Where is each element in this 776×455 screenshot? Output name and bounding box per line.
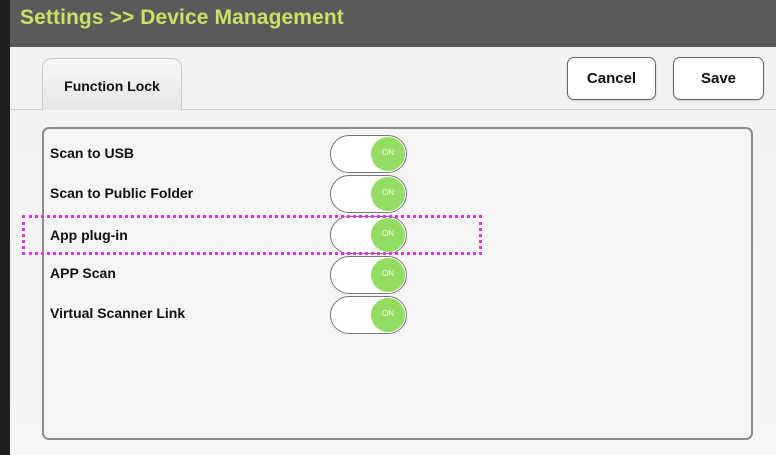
left-edge-bar [0, 0, 10, 455]
page-title: Settings >> Device Management [20, 6, 344, 29]
toggle-virtual-scanner-link[interactable]: ON [330, 296, 407, 334]
setting-label-virtual-scanner-link: Virtual Scanner Link [50, 305, 186, 321]
app-window: Settings >> Device Management Function L… [0, 0, 776, 455]
tab-label: Function Lock [64, 78, 160, 94]
save-button[interactable]: Save [673, 57, 764, 100]
setting-label-scan-to-usb: Scan to USB [50, 145, 135, 161]
toggle-knob: ON [371, 137, 405, 171]
toggle-state-text: ON [382, 188, 394, 197]
toggle-scan-to-usb[interactable]: ON [330, 135, 407, 173]
toggle-knob: ON [371, 298, 405, 332]
toggle-state-text: ON [382, 148, 394, 157]
setting-label-app-scan: APP Scan [50, 265, 116, 281]
highlight-box-app-plug-in [22, 215, 482, 255]
toggle-knob: ON [371, 177, 405, 211]
toggle-state-text: ON [382, 309, 394, 318]
cancel-button[interactable]: Cancel [567, 57, 656, 100]
tab-function-lock[interactable]: Function Lock [42, 58, 182, 110]
toggle-state-text: ON [382, 269, 394, 278]
setting-label-scan-to-public-folder: Scan to Public Folder [50, 185, 194, 201]
toggle-app-scan[interactable]: ON [330, 256, 407, 294]
toggle-knob: ON [371, 258, 405, 292]
toggle-scan-to-public-folder[interactable]: ON [330, 175, 407, 213]
title-bar: Settings >> Device Management [10, 0, 776, 47]
